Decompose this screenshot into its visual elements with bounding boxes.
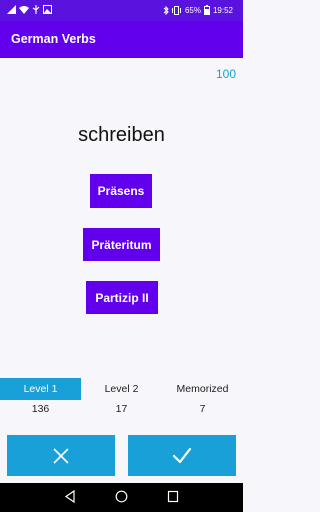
app-bar: German Verbs	[0, 21, 243, 58]
wifi-icon	[19, 6, 29, 14]
praeteritum-button[interactable]: Präteritum	[83, 228, 160, 261]
tab-label: Level 2	[104, 383, 139, 395]
bluetooth-icon	[163, 5, 169, 15]
check-icon	[172, 447, 192, 463]
gallery-icon	[43, 5, 52, 14]
verb-word: schreiben	[78, 124, 165, 146]
clock: 19:52	[212, 5, 233, 15]
signal-icon	[7, 5, 16, 14]
tab-label: Level 1	[23, 383, 58, 395]
level-tabs: Level 1 136 Level 2 17 Memorized 7	[0, 378, 243, 422]
vibrate-icon	[171, 5, 181, 15]
recents-icon[interactable]	[167, 490, 179, 503]
praesens-button[interactable]: Präsens	[90, 174, 152, 208]
usb-icon	[32, 5, 40, 14]
tab-memorized[interactable]: Memorized 7	[162, 378, 243, 422]
correct-button[interactable]	[128, 435, 236, 476]
system-nav-bar	[0, 483, 243, 512]
tab-count: 17	[115, 403, 128, 415]
battery-percent: 65%	[184, 5, 201, 15]
status-right-icons: 65% 19:52	[163, 5, 233, 15]
home-icon[interactable]	[115, 490, 128, 503]
tab-label: Memorized	[176, 383, 229, 395]
close-icon	[53, 447, 69, 464]
tab-count: 7	[199, 403, 206, 415]
app-title: German Verbs	[11, 32, 96, 46]
wrong-button[interactable]	[7, 435, 115, 476]
tab-level-1[interactable]: Level 1 136	[0, 378, 81, 422]
status-left-icons	[7, 5, 52, 14]
back-icon[interactable]	[64, 490, 76, 503]
partizip-button[interactable]: Partizip II	[86, 281, 158, 314]
status-bar: 65% 19:52	[0, 0, 243, 21]
tab-level-2[interactable]: Level 2 17	[81, 378, 162, 422]
score-counter: 100	[215, 67, 236, 81]
battery-icon	[203, 5, 210, 15]
tab-count: 136	[31, 403, 50, 415]
